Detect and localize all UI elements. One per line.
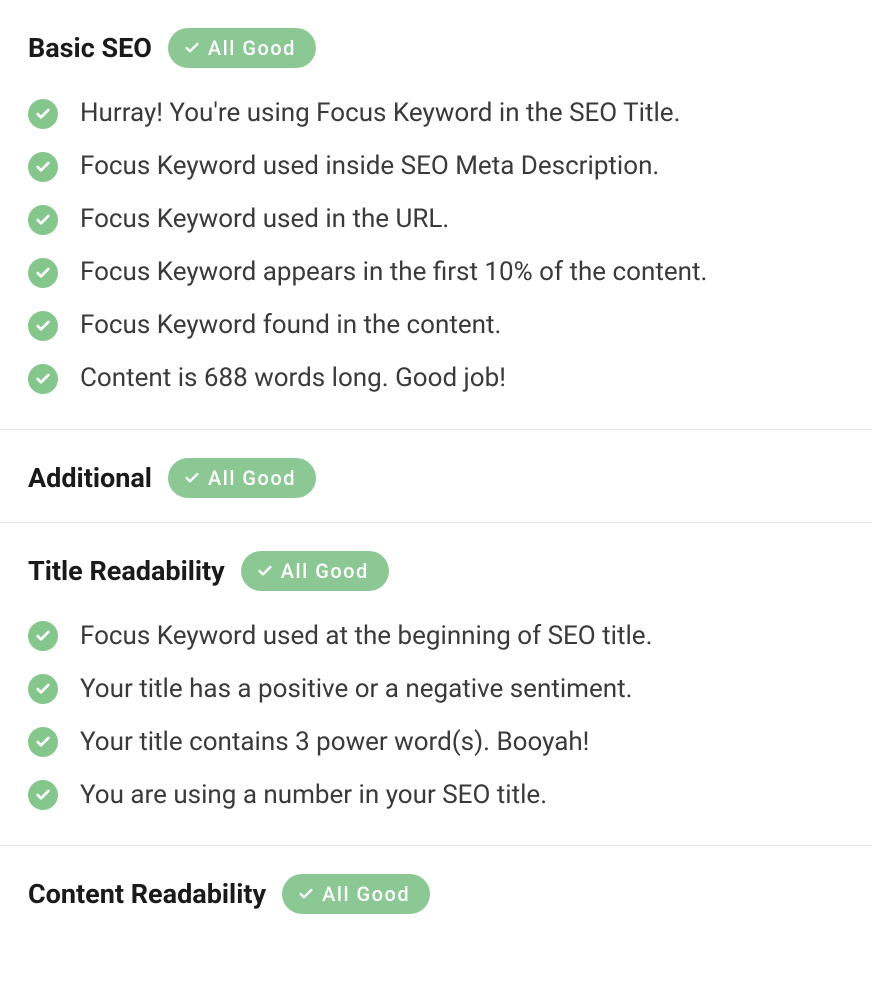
section-content-readability: Content Readability All Good bbox=[0, 845, 872, 938]
check-icon bbox=[184, 40, 200, 56]
check-icon bbox=[257, 563, 273, 579]
check-circle-icon bbox=[28, 311, 58, 341]
check-item: Content is 688 words long. Good job! bbox=[28, 361, 844, 396]
check-item: Focus Keyword used at the beginning of S… bbox=[28, 619, 844, 654]
check-item: Focus Keyword found in the content. bbox=[28, 308, 844, 343]
section-title: Content Readability bbox=[28, 878, 266, 910]
status-badge: All Good bbox=[282, 874, 430, 914]
status-badge: All Good bbox=[168, 458, 316, 498]
check-circle-icon bbox=[28, 364, 58, 394]
check-circle-icon bbox=[28, 727, 58, 757]
check-circle-icon bbox=[28, 674, 58, 704]
check-circle-icon bbox=[28, 621, 58, 651]
section-header[interactable]: Content Readability All Good bbox=[28, 874, 844, 914]
check-item: Focus Keyword used inside SEO Meta Descr… bbox=[28, 149, 844, 184]
check-text: Focus Keyword used at the beginning of S… bbox=[80, 619, 652, 654]
status-badge: All Good bbox=[241, 551, 389, 591]
check-circle-icon bbox=[28, 99, 58, 129]
check-item: Your title contains 3 power word(s). Boo… bbox=[28, 725, 844, 760]
badge-label: All Good bbox=[208, 466, 296, 490]
check-text: You are using a number in your SEO title… bbox=[80, 778, 547, 813]
check-text: Focus Keyword used inside SEO Meta Descr… bbox=[80, 149, 659, 184]
section-title: Title Readability bbox=[28, 555, 225, 587]
check-item: Your title has a positive or a negative … bbox=[28, 672, 844, 707]
section-header[interactable]: Basic SEO All Good bbox=[28, 28, 844, 68]
check-text: Focus Keyword appears in the first 10% o… bbox=[80, 255, 707, 290]
badge-label: All Good bbox=[322, 882, 410, 906]
check-list: Hurray! You're using Focus Keyword in th… bbox=[28, 96, 844, 397]
section-title: Additional bbox=[28, 462, 152, 494]
check-text: Focus Keyword used in the URL. bbox=[80, 202, 449, 237]
check-text: Your title contains 3 power word(s). Boo… bbox=[80, 725, 589, 760]
section-header[interactable]: Additional All Good bbox=[28, 458, 844, 498]
check-item: Hurray! You're using Focus Keyword in th… bbox=[28, 96, 844, 131]
check-circle-icon bbox=[28, 258, 58, 288]
check-icon bbox=[298, 886, 314, 902]
badge-label: All Good bbox=[208, 36, 296, 60]
check-text: Your title has a positive or a negative … bbox=[80, 672, 632, 707]
section-additional: Additional All Good bbox=[0, 429, 872, 522]
badge-label: All Good bbox=[281, 559, 369, 583]
check-item: Focus Keyword used in the URL. bbox=[28, 202, 844, 237]
check-list: Focus Keyword used at the beginning of S… bbox=[28, 619, 844, 813]
check-text: Hurray! You're using Focus Keyword in th… bbox=[80, 96, 680, 131]
check-circle-icon bbox=[28, 780, 58, 810]
check-text: Content is 688 words long. Good job! bbox=[80, 361, 506, 396]
check-circle-icon bbox=[28, 152, 58, 182]
check-circle-icon bbox=[28, 205, 58, 235]
section-title-readability: Title Readability All Good Focus Keyword… bbox=[0, 522, 872, 845]
check-item: You are using a number in your SEO title… bbox=[28, 778, 844, 813]
check-text: Focus Keyword found in the content. bbox=[80, 308, 501, 343]
check-icon bbox=[184, 470, 200, 486]
check-item: Focus Keyword appears in the first 10% o… bbox=[28, 255, 844, 290]
section-basic-seo: Basic SEO All Good Hurray! You're using … bbox=[0, 0, 872, 429]
status-badge: All Good bbox=[168, 28, 316, 68]
section-header[interactable]: Title Readability All Good bbox=[28, 551, 844, 591]
section-title: Basic SEO bbox=[28, 32, 152, 64]
